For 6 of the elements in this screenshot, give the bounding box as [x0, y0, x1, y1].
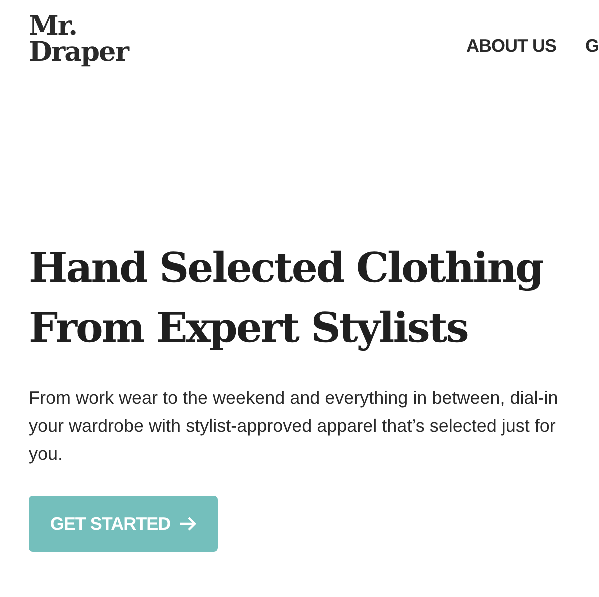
hero-title: Hand Selected Clothing From Expert Stylists: [29, 243, 544, 354]
nav-link[interactable]: G: [585, 33, 599, 60]
logo[interactable]: Mr. Draper: [29, 14, 128, 66]
hero-description: From work wear to the weekend and everything in between, dial-in your wardrobe with stylist-approved apparel that’s selected just for you.: [29, 387, 560, 466]
arrow-right-icon: [178, 516, 197, 532]
nav-link[interactable]: ABOUT US: [466, 33, 556, 60]
